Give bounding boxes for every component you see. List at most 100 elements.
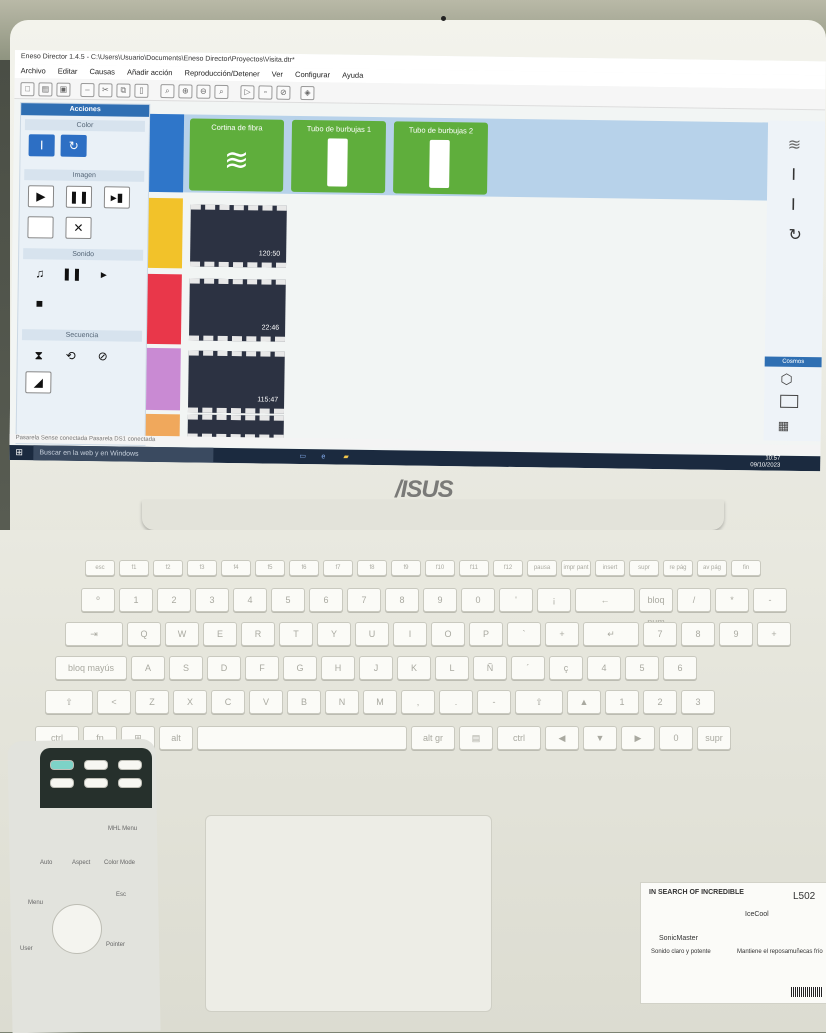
section-color[interactable]: Color: [24, 119, 146, 132]
screen-icon[interactable]: [780, 394, 799, 408]
keyboard-key[interactable]: E: [203, 622, 237, 646]
keyboard-key[interactable]: 8: [681, 622, 715, 646]
open-file-icon[interactable]: ▤: [38, 82, 53, 97]
device-tubo-burbujas-1[interactable]: Tubo de burbujas 1: [291, 119, 387, 194]
keyboard-key[interactable]: O: [431, 622, 465, 646]
video-clip[interactable]: 115:47: [187, 350, 285, 414]
play-icon[interactable]: ▷: [240, 85, 255, 100]
keyboard-key[interactable]: <: [97, 690, 131, 714]
video-pause-icon[interactable]: ❚❚: [65, 185, 93, 209]
remote-button[interactable]: [118, 778, 142, 788]
keyboard-key[interactable]: 0: [461, 588, 495, 612]
row-color-yellow[interactable]: [147, 197, 183, 269]
keyboard-key[interactable]: ¡: [537, 588, 571, 612]
remote-button[interactable]: [84, 760, 108, 770]
keyboard-key[interactable]: 4: [587, 656, 621, 680]
new-file-icon[interactable]: □: [20, 82, 35, 97]
keyboard-key[interactable]: ⇥: [65, 622, 123, 646]
keyboard-key[interactable]: D: [207, 656, 241, 680]
menu-reproduccion[interactable]: Reproducción/Detener: [185, 68, 260, 78]
video-play-icon[interactable]: ▶: [27, 185, 55, 208]
row-color-purple[interactable]: [145, 347, 181, 411]
keyboard-key[interactable]: f2: [153, 560, 183, 576]
keyboard-key[interactable]: 3: [681, 690, 715, 714]
keyboard-key[interactable]: 2: [643, 690, 677, 714]
keyboard-key[interactable]: L: [435, 656, 469, 680]
keyboard-key[interactable]: pausa: [527, 560, 557, 576]
keyboard-key[interactable]: U: [355, 622, 389, 646]
keyboard-key[interactable]: 9: [719, 622, 753, 646]
ramp-icon[interactable]: ◢: [25, 371, 52, 394]
keyboard-key[interactable]: I: [393, 622, 427, 646]
image-blank-icon[interactable]: [27, 216, 54, 239]
keyboard-key[interactable]: /: [677, 588, 711, 612]
keyboard-key[interactable]: X: [173, 690, 207, 714]
keyboard-key[interactable]: G: [283, 656, 317, 680]
keyboard-key[interactable]: F: [245, 656, 279, 680]
menu-anadir-accion[interactable]: Añadir acción: [127, 68, 173, 78]
keyboard-key[interactable]: 4: [233, 588, 267, 612]
windows-start-icon[interactable]: ⊞: [15, 445, 23, 460]
row-color-orange[interactable]: [145, 413, 180, 437]
keyboard-key[interactable]: S: [169, 656, 203, 680]
keyboard-key[interactable]: 7: [643, 622, 677, 646]
color-cycle-icon[interactable]: ↻: [788, 225, 802, 245]
menu-causas[interactable]: Causas: [89, 67, 115, 76]
section-secuencia[interactable]: Secuencia: [21, 329, 143, 342]
keyboard-key[interactable]: 1: [119, 588, 153, 612]
keyboard-key[interactable]: alt gr: [411, 726, 455, 750]
keyboard-key[interactable]: Q: [127, 622, 161, 646]
keyboard-key[interactable]: `: [507, 622, 541, 646]
keyboard-key[interactable]: 6: [663, 656, 697, 680]
keyboard-key[interactable]: ctrl: [497, 726, 541, 750]
keyboard-key[interactable]: P: [469, 622, 503, 646]
menu-editar[interactable]: Editar: [58, 67, 78, 76]
keyboard-key[interactable]: f9: [391, 560, 421, 576]
zoom-out-icon[interactable]: ⊖: [196, 84, 211, 99]
keyboard-key[interactable]: supr: [629, 560, 659, 576]
keyboard-key[interactable]: supr: [697, 726, 731, 750]
keyboard-key[interactable]: ▤: [459, 726, 493, 750]
keyboard-key[interactable]: fin: [731, 560, 761, 576]
keyboard-key[interactable]: N: [325, 690, 359, 714]
keyboard-key[interactable]: Ñ: [473, 656, 507, 680]
color-cycle-icon[interactable]: ↻: [60, 134, 87, 158]
keyboard-key[interactable]: f7: [323, 560, 353, 576]
remote-dpad[interactable]: [52, 904, 102, 954]
keyboard-key[interactable]: 7: [347, 588, 381, 612]
menu-configurar[interactable]: Configurar: [295, 70, 330, 79]
keyboard-key[interactable]: Y: [317, 622, 351, 646]
spacebar-key[interactable]: [197, 726, 407, 750]
copy-icon[interactable]: ⧉: [116, 83, 131, 98]
sound-next-icon[interactable]: ▸: [91, 264, 117, 286]
row-color-blue[interactable]: [149, 113, 185, 193]
menu-ayuda[interactable]: Ayuda: [342, 71, 363, 80]
touchpad[interactable]: [205, 815, 492, 1012]
keyboard-key[interactable]: 2: [157, 588, 191, 612]
device-cortina-de-fibra[interactable]: Cortina de fibra ≋: [189, 118, 285, 192]
keyboard-key[interactable]: V: [249, 690, 283, 714]
keyboard-key[interactable]: 8: [385, 588, 419, 612]
keyboard-key[interactable]: W: [165, 622, 199, 646]
keyboard-key[interactable]: ↵: [583, 622, 639, 646]
keyboard-key[interactable]: f6: [289, 560, 319, 576]
remote-button[interactable]: [84, 778, 108, 788]
keyboard-key[interactable]: insert: [595, 560, 625, 576]
keyboard-key[interactable]: re pág: [663, 560, 693, 576]
keyboard-key[interactable]: +: [757, 622, 791, 646]
keyboard-key[interactable]: J: [359, 656, 393, 680]
minus-icon[interactable]: –: [80, 82, 95, 98]
fiber-icon[interactable]: ≋: [788, 135, 802, 155]
keyboard-key[interactable]: ⇧: [45, 690, 93, 714]
keyboard-key[interactable]: B: [287, 690, 321, 714]
keyboard-key[interactable]: esc: [85, 560, 115, 576]
keyboard-key[interactable]: f4: [221, 560, 251, 576]
cut-icon[interactable]: ✂: [98, 83, 113, 98]
zoom-icon[interactable]: ⌕: [160, 84, 175, 99]
keyboard-key[interactable]: *: [715, 588, 749, 612]
cube-icon[interactable]: ⬡: [780, 371, 792, 388]
keyboard-key[interactable]: 0: [659, 726, 693, 750]
sound-stop-icon[interactable]: ■: [26, 293, 52, 315]
keyboard-key[interactable]: av pág: [697, 560, 727, 576]
remote-button[interactable]: [118, 760, 142, 770]
